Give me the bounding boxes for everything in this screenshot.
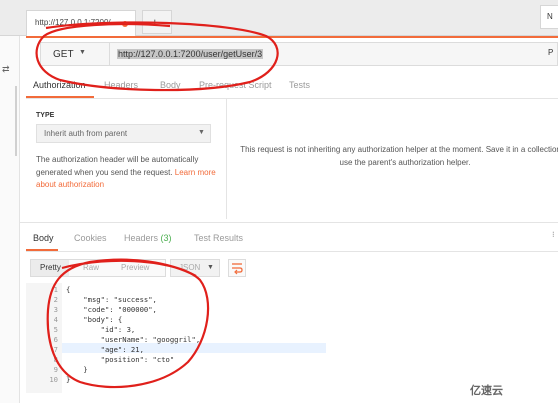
annotation-circle-body	[46, 258, 210, 389]
watermark-logo: 亿速云	[470, 385, 503, 397]
annotation-circle-url	[35, 21, 279, 92]
annotation-overlay	[35, 21, 279, 389]
